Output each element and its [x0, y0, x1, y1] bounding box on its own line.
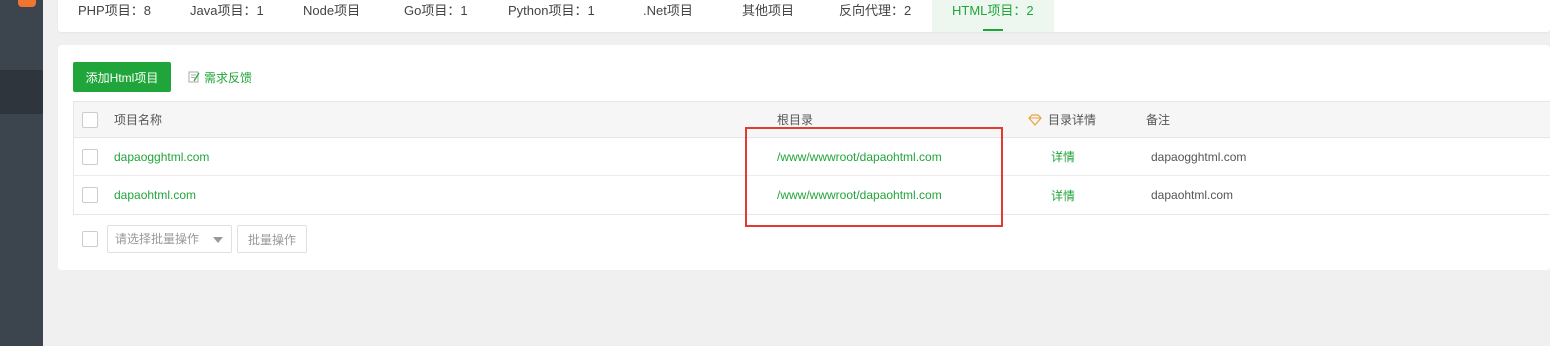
tab-html-label: HTML项目：2 — [952, 3, 1034, 18]
remark-value[interactable]: dapaohtml.com — [1151, 176, 1233, 214]
header-name: 项目名称 — [114, 113, 163, 127]
header-remark: 备注 — [1146, 113, 1171, 127]
tab-go[interactable]: Go项目：1 — [404, 0, 468, 32]
tab-php[interactable]: PHP项目：8 — [78, 0, 151, 32]
root-path-link[interactable]: /www/wwwroot/dapaohtml.com — [777, 138, 942, 175]
root-path-link[interactable]: /www/wwwroot/dapaohtml.com — [777, 176, 942, 214]
header-detail: 目录详情 — [1028, 102, 1096, 137]
add-html-project-button[interactable]: 添加Html项目 — [73, 62, 171, 92]
batch-select-all-checkbox[interactable] — [82, 231, 98, 247]
tab-reverse-proxy[interactable]: 反向代理：2 — [839, 0, 911, 32]
project-name-link[interactable]: dapaohtml.com — [114, 176, 196, 214]
logo-icon — [18, 0, 36, 7]
row-checkbox-cell — [82, 138, 98, 175]
tab-dotnet[interactable]: .Net项目 — [643, 0, 693, 32]
tab-node[interactable]: Node项目 — [303, 0, 360, 32]
header-detail-label: 目录详情 — [1048, 113, 1097, 127]
table-row: dapaohtml.com /www/wwwroot/dapaohtml.com… — [74, 176, 1550, 214]
edit-icon — [188, 71, 200, 83]
batch-operation-button[interactable]: 批量操作 — [237, 225, 307, 253]
header-checkbox-cell — [82, 102, 98, 137]
detail-link[interactable]: 详情 — [1051, 138, 1075, 175]
batch-operation-select[interactable]: 请选择批量操作 — [107, 225, 232, 253]
row-checkbox[interactable] — [82, 187, 98, 203]
table-row: dapaogghtml.com /www/wwwroot/dapaohtml.c… — [74, 138, 1550, 176]
sidebar-active-item[interactable] — [0, 70, 43, 114]
html-project-panel: 添加Html项目 需求反馈 项目名称 根目录 目录详情 备注 dapaogght… — [58, 45, 1550, 270]
header-root: 根目录 — [777, 113, 814, 127]
feedback-link[interactable]: 需求反馈 — [188, 69, 252, 85]
row-checkbox[interactable] — [82, 148, 98, 165]
detail-link[interactable]: 详情 — [1051, 176, 1075, 214]
tab-html[interactable]: HTML项目：2 — [932, 0, 1054, 32]
sidebar — [0, 0, 43, 346]
tab-python[interactable]: Python项目：1 — [508, 0, 595, 32]
tab-java[interactable]: Java项目：1 — [190, 0, 264, 32]
tab-other[interactable]: 其他项目 — [742, 0, 794, 32]
row-checkbox-cell — [82, 176, 98, 214]
batch-select-placeholder: 请选择批量操作 — [115, 232, 200, 246]
table-header: 项目名称 根目录 目录详情 备注 — [74, 102, 1550, 138]
remark-value[interactable]: dapaogghtml.com — [1151, 138, 1246, 175]
project-table: 项目名称 根目录 目录详情 备注 dapaogghtml.com /www/ww… — [73, 101, 1550, 215]
diamond-icon — [1028, 113, 1042, 126]
active-tab-indicator — [982, 29, 1003, 31]
chevron-down-icon — [213, 237, 223, 243]
project-name-link[interactable]: dapaogghtml.com — [114, 138, 209, 175]
feedback-label: 需求反馈 — [204, 70, 253, 85]
project-type-tabs: PHP项目：8 Java项目：1 Node项目 Go项目：1 Python项目：… — [58, 0, 1550, 32]
select-all-checkbox[interactable] — [82, 111, 98, 128]
